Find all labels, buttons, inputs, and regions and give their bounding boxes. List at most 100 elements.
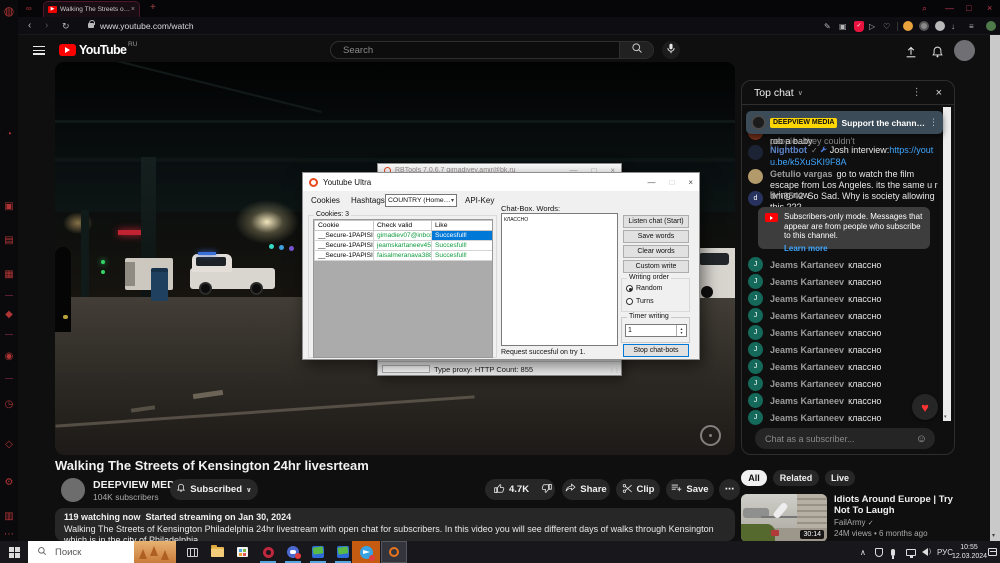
chat-input[interactable]: [763, 433, 916, 445]
search-button[interactable]: [619, 42, 653, 58]
thumbs-up-icon[interactable]: [494, 483, 505, 497]
window-search-icon[interactable]: ⌕: [922, 3, 927, 13]
url-text[interactable]: www.youtube.com/watch: [100, 21, 194, 31]
menu-cookies[interactable]: Cookies: [311, 196, 340, 205]
panels-icon[interactable]: ≡: [969, 22, 974, 32]
cookies-table[interactable]: Cookie Check valid Like __Secure-1PAPISI…: [313, 219, 493, 358]
volume-icon[interactable]: ): [922, 541, 931, 563]
voice-search-button[interactable]: [662, 41, 680, 59]
new-tab-button[interactable]: +: [150, 2, 156, 13]
clip-button[interactable]: Clip: [616, 479, 660, 500]
tray-chevron-icon[interactable]: ∧: [860, 541, 866, 563]
clear-words-button[interactable]: Clear words: [623, 245, 689, 258]
chip-related[interactable]: Related: [773, 470, 819, 486]
bluestacks-icon[interactable]: [308, 541, 328, 563]
table-row[interactable]: __Secure-1PAPISID... gimadiev07@inbox.ru…: [315, 231, 493, 241]
extension-icon[interactable]: [919, 21, 929, 31]
window-close-button[interactable]: ×: [987, 3, 992, 13]
account-avatar[interactable]: [954, 40, 975, 61]
channel-avatar[interactable]: [61, 478, 85, 502]
padlock-icon[interactable]: [88, 23, 94, 28]
downloads-icon[interactable]: ↓: [951, 22, 955, 32]
back-icon[interactable]: ‹: [28, 20, 31, 32]
upload-icon[interactable]: [903, 44, 919, 60]
opera-gx-logo-icon[interactable]: ◍: [0, 6, 18, 16]
rbtools-taskbar-icon[interactable]: [381, 541, 407, 563]
forward-icon[interactable]: ›: [45, 20, 48, 32]
search-input[interactable]: [331, 42, 619, 58]
window-restore-button[interactable]: □: [966, 3, 971, 13]
maximize-icon[interactable]: □: [669, 178, 674, 187]
col-like[interactable]: Like: [432, 221, 493, 231]
col-check-valid[interactable]: Check valid: [374, 221, 432, 231]
settings-gear-icon[interactable]: ⚙: [0, 478, 18, 488]
menu-hashtags[interactable]: Hashtags: [351, 196, 385, 205]
search-bar[interactable]: [330, 41, 654, 59]
network-icon[interactable]: [906, 541, 916, 563]
radio-turns[interactable]: Turns: [626, 298, 654, 305]
messenger-app-icon[interactable]: [283, 541, 303, 563]
telegram-icon[interactable]: [352, 541, 380, 563]
microsoft-store-icon[interactable]: [232, 541, 252, 563]
hot-tabs-icon[interactable]: ◆: [0, 310, 18, 320]
share-button[interactable]: Share: [562, 479, 610, 500]
stop-chat-bots-button[interactable]: Stop chat-bots: [623, 344, 689, 357]
adblock-shield-icon[interactable]: ✓: [854, 21, 864, 32]
tab-close-icon[interactable]: ×: [131, 6, 135, 13]
defender-shield-icon[interactable]: [875, 541, 883, 563]
custom-write-button[interactable]: Custom write: [623, 260, 689, 273]
snapshot-icon[interactable]: ✎: [824, 22, 831, 32]
timer-spinner[interactable]: ▴ ▾: [625, 324, 687, 337]
language-indicator[interactable]: РУС: [937, 541, 953, 563]
listen-chat-button[interactable]: Listen chat (Start): [623, 215, 689, 228]
task-view-icon[interactable]: [182, 541, 202, 563]
thumbs-down-icon[interactable]: [541, 483, 552, 497]
related-channel[interactable]: FailArmy: [834, 518, 866, 527]
gx-store-icon[interactable]: ▣: [0, 202, 18, 212]
opera-taskbar-icon[interactable]: [258, 541, 278, 563]
bookmark-heart-icon[interactable]: ♡: [883, 22, 890, 32]
menu-apikey[interactable]: API-Key: [465, 196, 494, 205]
pinned-message[interactable]: DEEPVIEW MEDIA Support the channelIf yo.…: [746, 111, 943, 134]
file-explorer-icon[interactable]: [207, 541, 227, 563]
resize-grip[interactable]: ⋮⋮: [609, 367, 619, 374]
table-row[interactable]: __Secure-1PAPISID... jeamskartaneev456..…: [315, 241, 493, 251]
scroll-down-arrow-icon[interactable]: ▾: [992, 532, 995, 539]
discord-sidebar-icon[interactable]: ▦: [0, 270, 18, 280]
country-combobox[interactable]: COUNTRY (Home region ▾: [385, 194, 457, 207]
chat-mode-selector[interactable]: Top chat: [754, 87, 794, 99]
profile-avatar[interactable]: [986, 21, 996, 31]
col-cookie[interactable]: Cookie: [315, 221, 374, 231]
microphone-tray-icon[interactable]: [891, 541, 895, 563]
chip-all[interactable]: All: [741, 470, 767, 486]
sidebar-more-icon[interactable]: ⋯: [0, 530, 18, 540]
gx-mask-icon[interactable]: ∞: [26, 4, 32, 13]
youtube-logo-text[interactable]: YouTube: [79, 43, 126, 57]
save-words-button[interactable]: Save words: [623, 230, 689, 243]
subscribed-button[interactable]: Subscribed ∨: [170, 479, 258, 500]
speed-dial-icon[interactable]: ◔: [0, 130, 18, 140]
history-icon[interactable]: ◷: [0, 400, 18, 410]
browser-tab[interactable]: ▶ Walking The Streets of Ken ×: [43, 1, 140, 17]
twitch-icon[interactable]: ▤: [0, 236, 18, 246]
minimize-icon[interactable]: —: [647, 178, 655, 187]
emoji-smiley-icon[interactable]: ☺: [916, 433, 927, 445]
wallpaper-icon[interactable]: ▥: [0, 512, 18, 522]
youtube-ultra-window[interactable]: Youtube Ultra — □ × Cookies Hashtags COU…: [302, 172, 700, 360]
table-row[interactable]: __Secure-1PAPISID... faisalmeranava388..…: [315, 251, 493, 261]
related-video-title[interactable]: Idiots Around Europe | Try Not To Laugh: [834, 494, 956, 516]
radio-random[interactable]: Random: [626, 285, 662, 292]
page-scrollbar[interactable]: ▾: [990, 35, 1000, 541]
scroll-down-arrow-icon[interactable]: ▾: [944, 414, 947, 420]
taskbar-search-box[interactable]: [28, 541, 176, 563]
guide-hamburger-icon[interactable]: [33, 46, 45, 55]
window-minimize-button[interactable]: —: [945, 3, 954, 13]
related-video-info[interactable]: Idiots Around Europe | Try Not To Laugh …: [834, 494, 956, 538]
ultra-titlebar[interactable]: Youtube Ultra — □ ×: [303, 173, 699, 191]
camera-icon[interactable]: ▣: [839, 22, 847, 32]
taskbar-clock[interactable]: 10:55 12.03.2024: [952, 543, 986, 561]
like-count[interactable]: 4.7K: [509, 484, 529, 495]
notifications-bell-icon[interactable]: [929, 44, 945, 60]
description-box[interactable]: 119 watching now Started streaming on Ja…: [55, 508, 735, 541]
pinned-kebab-icon[interactable]: ⋮: [929, 117, 938, 128]
